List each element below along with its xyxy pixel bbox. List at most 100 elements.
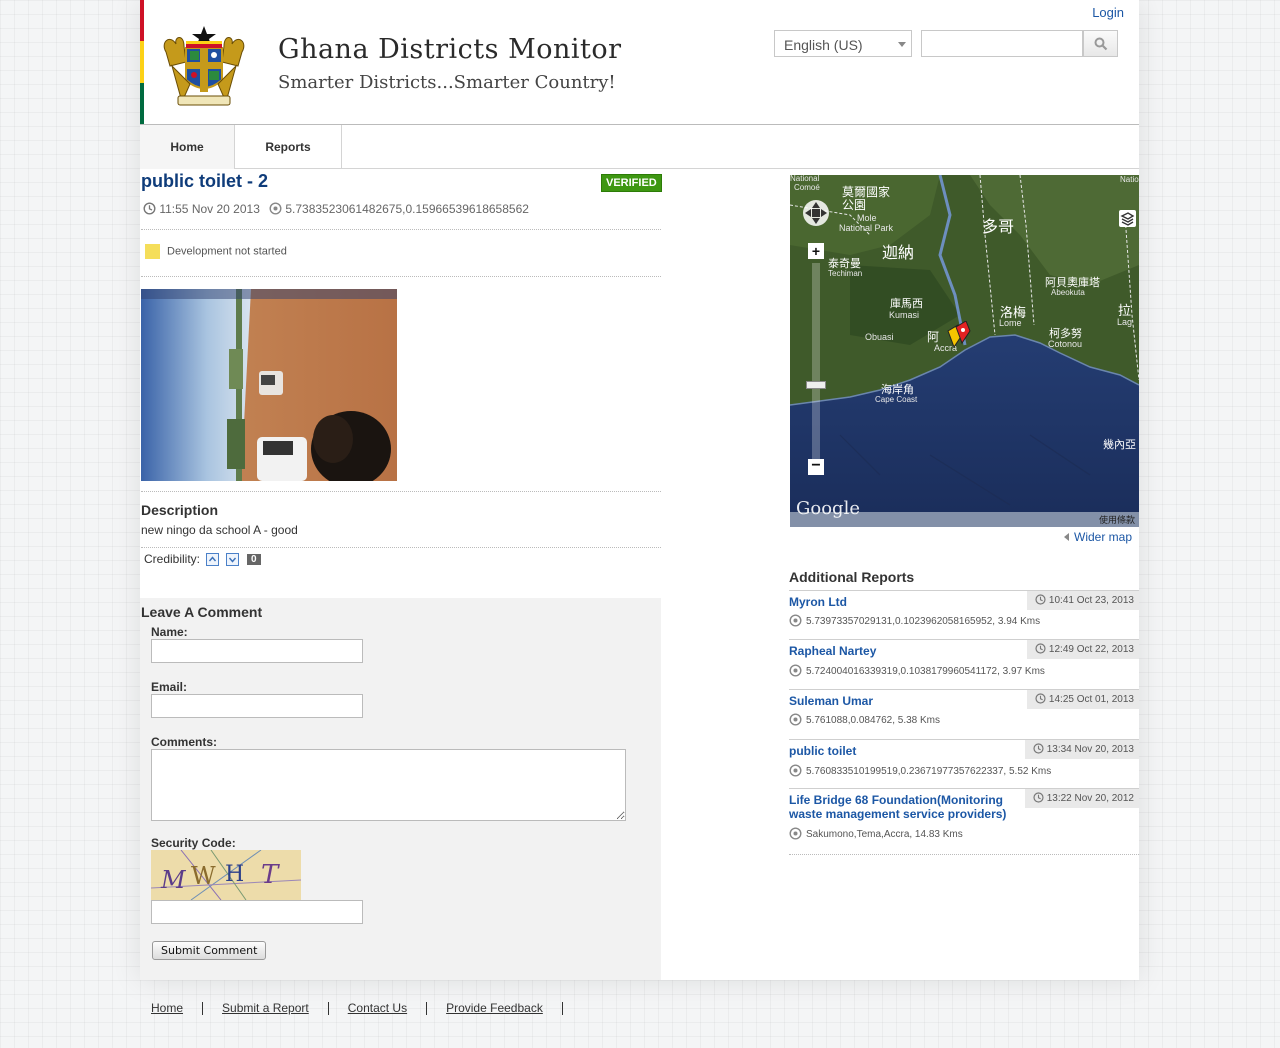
report-status: Development not started [145, 244, 287, 259]
email-field[interactable] [151, 694, 363, 718]
map-label: 迦納 [882, 245, 915, 262]
map-terms-link[interactable]: 使用條款 [1099, 513, 1135, 526]
map-label: Obuasi [865, 332, 894, 342]
report-location-text: 5.73973357029131,0.1023962058165952, 3.9… [806, 616, 1041, 627]
coat-of-arms-logo[interactable] [156, 22, 252, 110]
report-time: 13:34 Nov 20, 2013 [1024, 740, 1139, 759]
footer-separator [327, 1002, 329, 1016]
location-icon [789, 827, 802, 840]
google-attribution: Google [796, 498, 860, 519]
report-location: Sakumono,Tema,Accra, 14.83 Kms [789, 827, 963, 840]
status-text: Development not started [167, 245, 287, 258]
comment-form-heading: Leave A Comment [141, 604, 263, 620]
map-marker-icon[interactable] [944, 321, 972, 351]
email-label: Email: [151, 680, 188, 694]
search-icon [1094, 37, 1108, 51]
report-link[interactable]: Life Bridge 68 Foundation(Monitoring was… [789, 793, 1017, 821]
location-icon [789, 664, 802, 677]
footer-home-link[interactable]: Home [151, 1001, 183, 1015]
list-item: public toilet 13:34 Nov 20, 2013 5.76083… [789, 739, 1139, 789]
report-location-text: 5.761088,0.084762, 5.38 Kms [806, 715, 940, 726]
wider-map-link[interactable]: Wider map [1064, 530, 1132, 544]
zoom-slider-handle[interactable] [806, 381, 826, 389]
list-item: Rapheal Nartey 12:49 Oct 22, 2013 5.7240… [789, 639, 1139, 690]
divider [141, 229, 661, 230]
location-icon [789, 764, 802, 777]
captcha-char: W [191, 862, 216, 890]
report-location: 5.724004016339319,0.1038179960541172, 3.… [789, 664, 1045, 677]
zoom-in-button[interactable]: + [808, 243, 824, 259]
divider [141, 276, 661, 277]
report-photo[interactable] [141, 289, 397, 481]
credibility: Credibility: 0 [144, 552, 261, 567]
captcha-char: H [225, 862, 245, 887]
report-time: 10:41 Oct 23, 2013 [1026, 591, 1139, 610]
location-icon [789, 614, 802, 627]
report-link[interactable]: public toilet [789, 744, 1017, 758]
report-link[interactable]: Suleman Umar [789, 694, 1017, 708]
flag-stripe [140, 0, 144, 124]
captcha-char: M [161, 866, 186, 894]
security-code-field[interactable] [151, 900, 363, 924]
list-item: Life Bridge 68 Foundation(Monitoring was… [789, 788, 1139, 855]
search-button[interactable] [1083, 30, 1118, 57]
map-label: Cotonou [1048, 339, 1083, 349]
map-label: Comoé [794, 183, 820, 192]
map-pan-control[interactable] [798, 198, 834, 228]
location-icon [269, 202, 282, 215]
divider [141, 491, 661, 492]
map-label: Cape Coast [875, 395, 918, 404]
zoom-out-button[interactable]: − [808, 458, 824, 475]
report-link[interactable]: Myron Ltd [789, 595, 1017, 609]
captcha-image: M W H T [151, 850, 301, 900]
submit-comment-button[interactable]: Submit Comment [152, 941, 267, 960]
report-map[interactable]: + − 莫爾國家公園 Mole National Park National C… [790, 175, 1139, 527]
clock-icon [1035, 693, 1046, 704]
nav-home[interactable]: Home [140, 125, 235, 169]
search-input[interactable] [921, 30, 1083, 57]
report-location-text: 5.760833510199519,0.23671977357622337, 5… [806, 766, 1052, 777]
zoom-slider[interactable] [812, 263, 820, 459]
report-datetime: 11:55 Nov 20 2013 [143, 202, 260, 216]
map-label: 莫爾國家公園 [842, 185, 891, 212]
comments-textarea[interactable] [151, 749, 626, 821]
map-label: 幾內亞 [1103, 439, 1136, 451]
report-location-text: 5.7383523061482675,0.15966539618658562 [285, 202, 529, 216]
language-select[interactable]: English (US) [774, 30, 912, 57]
map-layers-icon[interactable] [1119, 210, 1136, 227]
description-text: new ningo da school A - good [141, 523, 298, 537]
login-link[interactable]: Login [1092, 5, 1124, 20]
footer-submit-report-link[interactable]: Submit a Report [222, 1001, 309, 1015]
vote-up-button[interactable] [206, 553, 220, 567]
map-label: Techiman [828, 269, 863, 278]
clock-icon [1035, 643, 1046, 654]
footer-separator [561, 1002, 563, 1016]
report-location: 5.761088,0.084762, 5.38 Kms [789, 713, 940, 726]
credibility-count: 0 [247, 554, 261, 566]
footer-contact-link[interactable]: Contact Us [348, 1001, 407, 1015]
footer: Home Submit a Report Contact Us Provide Fee… [151, 1001, 582, 1016]
report-time-text: 10:41 Oct 23, 2013 [1048, 595, 1134, 606]
map-label: National Park [839, 223, 894, 233]
verified-badge: VERIFIED [601, 174, 662, 192]
arrow-up-icon [209, 556, 217, 562]
main-nav: Home Reports [140, 124, 1139, 169]
site-title: Ghana Districts Monitor [278, 34, 622, 65]
language-selected-label: English (US) [784, 37, 863, 53]
comments-label: Comments: [151, 735, 218, 749]
caret-left-icon [1064, 533, 1069, 541]
report-link[interactable]: Rapheal Nartey [789, 644, 1017, 658]
footer-feedback-link[interactable]: Provide Feedback [446, 1001, 543, 1015]
security-code-label: Security Code: [151, 836, 236, 850]
report-location-text: 5.724004016339319,0.1038179960541172, 3.… [806, 666, 1045, 677]
map-label: 庫馬西 [890, 298, 923, 310]
name-field[interactable] [151, 639, 363, 663]
clock-icon [1035, 594, 1046, 605]
map-label: Lome [999, 318, 1022, 328]
list-item: Myron Ltd 10:41 Oct 23, 2013 5.739733570… [789, 590, 1139, 640]
report-location: 5.760833510199519,0.23671977357622337, 5… [789, 764, 1051, 777]
report-location: 5.73973357029131,0.1023962058165952, 3.9… [789, 614, 1040, 627]
vote-down-button[interactable] [225, 553, 239, 567]
location-icon [789, 713, 802, 726]
nav-reports[interactable]: Reports [235, 125, 342, 169]
